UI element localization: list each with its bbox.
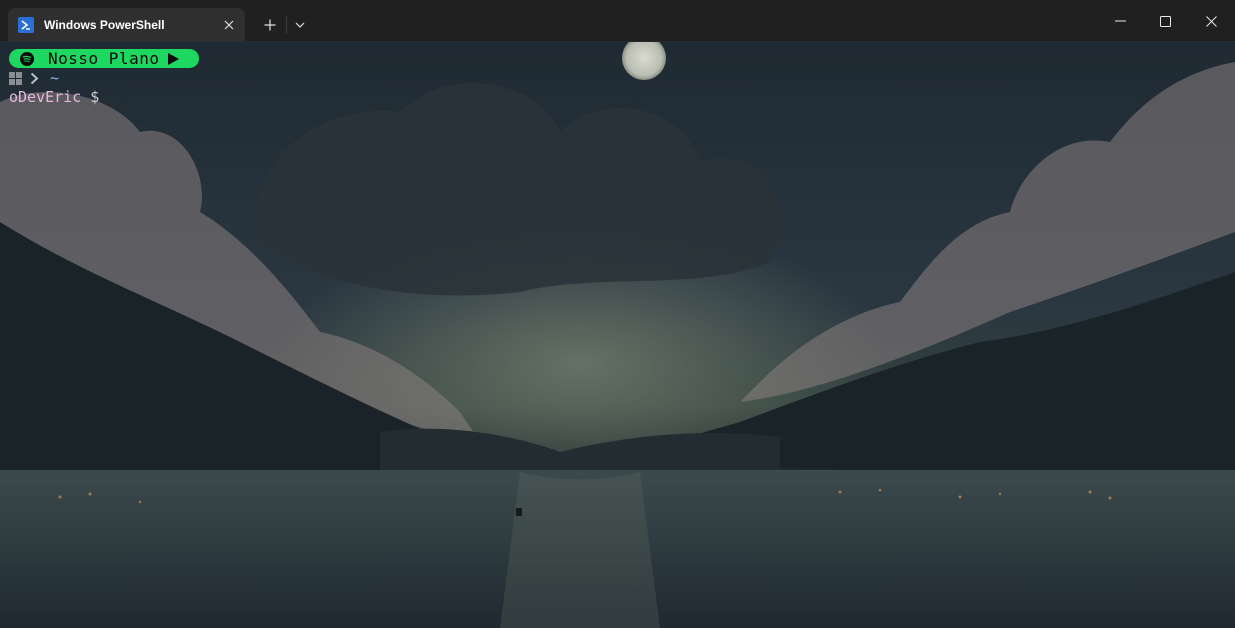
powershell-icon	[18, 17, 34, 33]
tab-separator	[286, 16, 287, 34]
track-name: Nosso Plano	[48, 49, 160, 68]
chevron-right-icon	[30, 72, 42, 86]
background-landscape-image	[0, 42, 1235, 628]
close-icon	[1205, 15, 1217, 27]
tab-title: Windows PowerShell	[44, 18, 165, 32]
spotify-now-playing: Nosso Plano	[9, 49, 199, 68]
tab-windows-powershell[interactable]: Windows PowerShell	[8, 8, 245, 42]
chevron-down-icon	[295, 22, 305, 28]
minimize-icon	[1114, 20, 1126, 22]
plus-icon	[264, 19, 276, 31]
spotify-icon	[20, 51, 34, 66]
windows-icon	[9, 72, 22, 85]
current-path: ~	[50, 69, 60, 87]
prompt-symbol: $	[90, 88, 100, 106]
prompt-input-line[interactable]: oDevEric $	[9, 88, 99, 107]
tab-dropdown-button[interactable]	[288, 13, 312, 37]
title-bar: Windows PowerShell	[0, 0, 1235, 42]
prompt-user: oDevEric	[9, 88, 82, 106]
prompt-path-line: ~	[9, 69, 59, 88]
maximize-icon	[1159, 15, 1171, 27]
play-icon	[168, 52, 180, 65]
maximize-button[interactable]	[1142, 0, 1188, 42]
terminal-pane[interactable]: Nosso Plano ~ oDevEric $	[0, 42, 1235, 628]
minimize-button[interactable]	[1097, 0, 1143, 42]
new-tab-button[interactable]	[258, 13, 282, 37]
close-window-button[interactable]	[1188, 0, 1234, 42]
close-tab-icon[interactable]	[221, 17, 237, 33]
